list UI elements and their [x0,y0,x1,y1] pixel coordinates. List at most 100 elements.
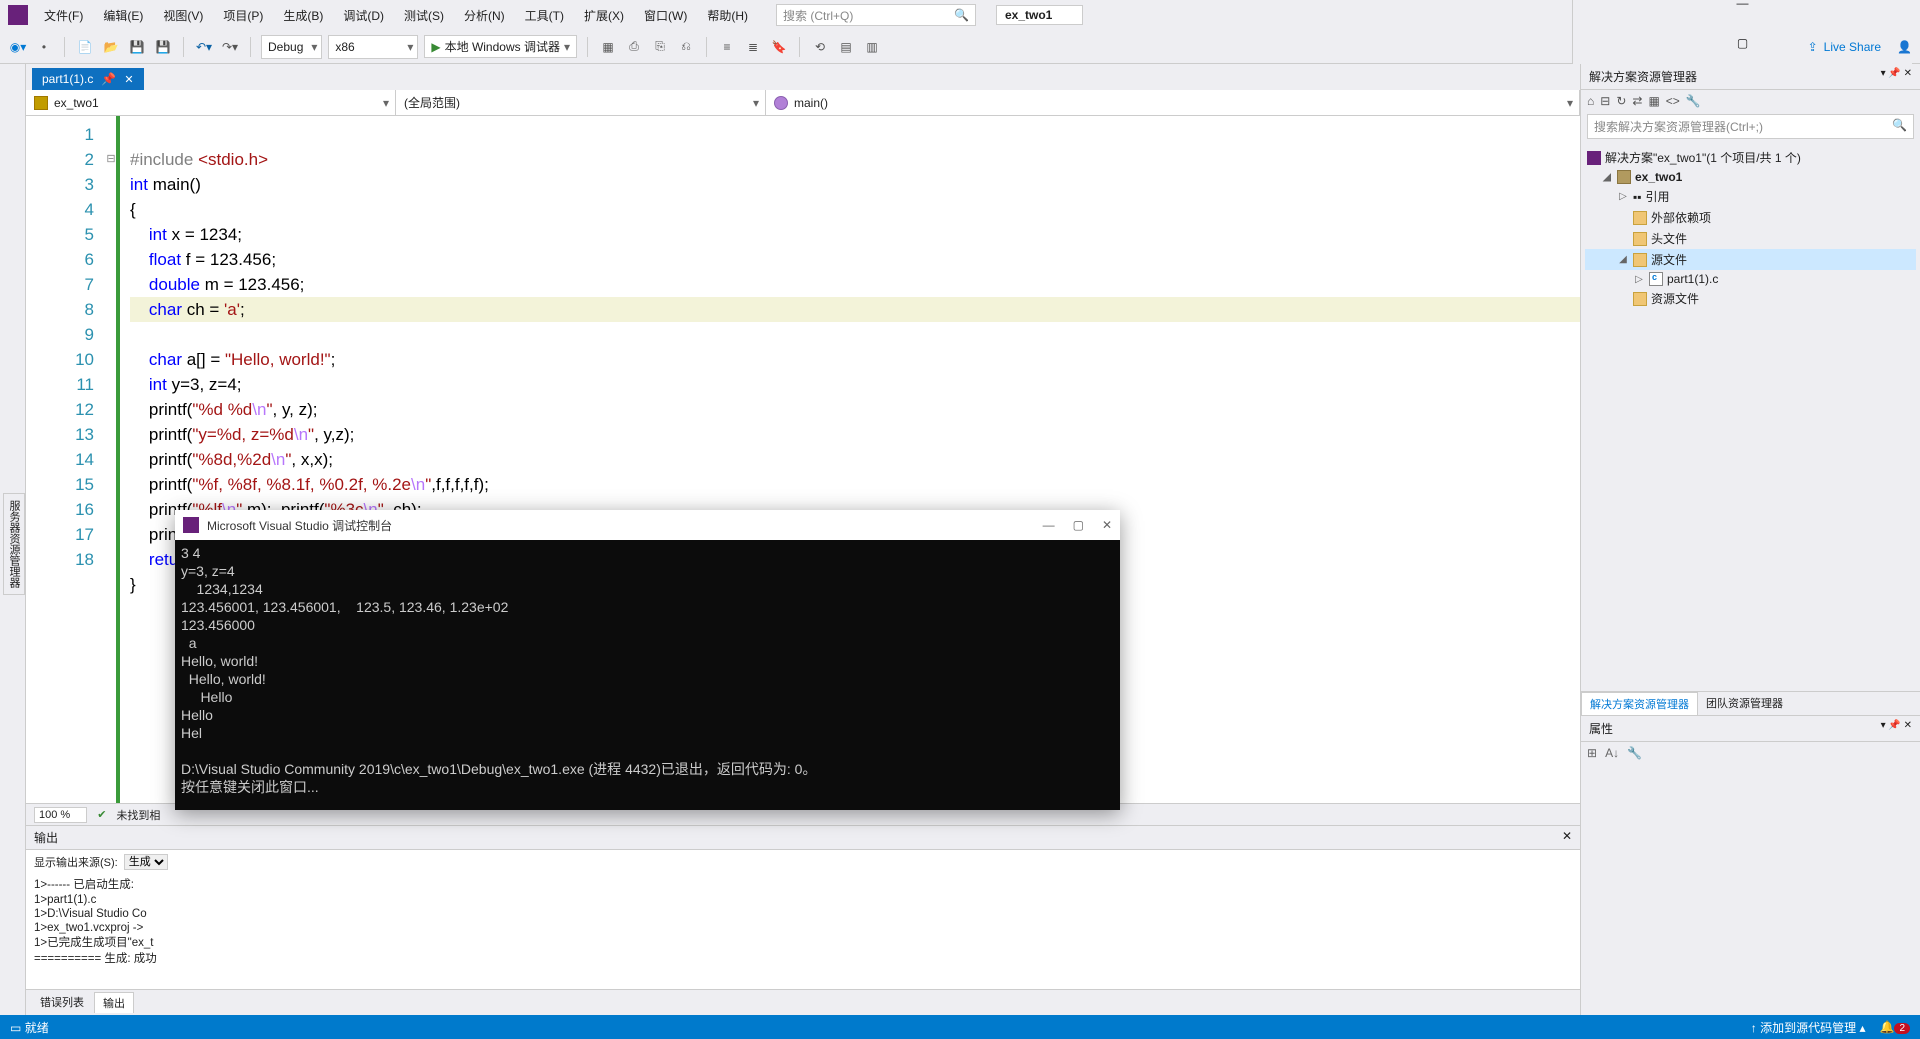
status-ready: 就绪 [25,1021,49,1035]
back-icon[interactable]: ◉▾ [8,37,28,57]
menu-bar: 文件(F) 编辑(E) 视图(V) 项目(P) 生成(B) 调试(D) 测试(S… [36,3,756,28]
menu-edit[interactable]: 编辑(E) [95,3,151,28]
zoom-combo[interactable]: 100 % [34,807,87,823]
toolbar-icon-5[interactable]: ≡ [717,37,737,57]
open-icon[interactable]: 📂 [101,37,121,57]
expand-icon[interactable]: ▷ [1633,274,1645,285]
toolbar-icon-4[interactable]: ⎌ [676,37,696,57]
save-icon[interactable]: 💾 [127,37,147,57]
console-titlebar[interactable]: Microsoft Visual Studio 调试控制台 — ▢ ✕ [175,510,1120,540]
output-close-icon[interactable]: ✕ [1562,829,1572,846]
close-tab-icon[interactable]: ✕ [124,73,133,86]
show-all-icon[interactable]: ▦ [1648,94,1659,108]
member-combo[interactable]: main() [766,90,1580,115]
properties-title: 属性 [1589,720,1613,737]
menu-test[interactable]: 测试(S) [396,3,452,28]
file-tab-part1[interactable]: part1(1).c 📌 ✕ [32,68,144,90]
console-output[interactable]: 3 4 y=3, z=4 1234,1234 123.456001, 123.4… [175,540,1120,800]
toolbar-icon-7[interactable]: 🔖 [769,37,789,57]
search-placeholder: 搜索 (Ctrl+Q) [783,7,853,24]
title-bar: 文件(F) 编辑(E) 视图(V) 项目(P) 生成(B) 调试(D) 测试(S… [0,0,1920,30]
menu-analyze[interactable]: 分析(N) [456,3,513,28]
feedback-icon[interactable]: 👤 [1897,40,1912,54]
new-project-icon[interactable]: 📄 [75,37,95,57]
menu-view[interactable]: 视图(V) [155,3,211,28]
solution-search[interactable]: 搜索解决方案资源管理器(Ctrl+;)🔍 [1587,114,1914,139]
server-explorer-tab[interactable]: 服务器资源管理器 [3,493,25,595]
output-panel: 输出✕ 显示输出来源(S): 生成 1>------ 已启动生成: 1>part… [26,825,1580,1015]
menu-tools[interactable]: 工具(T) [517,3,572,28]
refresh-icon[interactable]: ↻ [1616,94,1626,108]
line-numbers: 123456789101112131415161718 [26,116,106,803]
notifications-button[interactable]: 🔔2 [1879,1020,1910,1034]
platform-combo[interactable]: x86 [328,35,418,59]
search-icon: 🔍 [954,8,969,22]
menu-project[interactable]: 项目(P) [215,3,271,28]
expand-icon[interactable]: ▷ [1617,191,1629,202]
toolbar-icon-9[interactable]: ▤ [836,37,856,57]
fold-bar[interactable]: ⊟ [106,116,120,803]
redo-icon[interactable]: ↷▾ [220,37,240,57]
tab-error-list[interactable]: 错误列表 [32,992,92,1013]
forward-icon[interactable]: • [34,37,54,57]
status-text: 未找到相 [116,807,160,823]
console-close[interactable]: ✕ [1102,518,1112,532]
output-body[interactable]: 1>------ 已启动生成: 1>part1(1).c 1>D:\Visual… [26,874,1580,989]
maximize-button[interactable]: ▢ [1723,29,1763,57]
sync-icon[interactable]: ⇄ [1632,94,1642,108]
global-search[interactable]: 搜索 (Ctrl+Q) 🔍 [776,4,976,26]
menu-extensions[interactable]: 扩展(X) [576,3,632,28]
liveshare-icon: ⇪ [1808,40,1818,54]
categorize-icon[interactable]: ⊞ [1587,746,1597,760]
sort-icon[interactable]: A↓ [1605,746,1619,760]
status-bar: ▭ 就绪 ↑ 添加到源代码管理 ▴ 🔔2 [0,1015,1920,1039]
c-file-icon [1649,272,1663,286]
menu-debug[interactable]: 调试(D) [335,3,392,28]
folder-icon [1633,211,1647,225]
tab-solution-explorer[interactable]: 解决方案资源管理器 [1581,692,1698,715]
solution-tree[interactable]: 解决方案"ex_two1"(1 个项目/共 1 个) ◢ex_two1 ▷▪▪引… [1581,143,1920,691]
output-title: 输出 [34,829,58,846]
console-minimize[interactable]: — [1043,518,1055,532]
debug-console-window[interactable]: Microsoft Visual Studio 调试控制台 — ▢ ✕ 3 4 … [175,510,1120,810]
toolbar-icon-3[interactable]: ⎘ [650,37,670,57]
collapse-icon[interactable]: ⊟ [1600,94,1610,108]
output-source-combo[interactable]: 生成 [124,854,168,870]
toolbar-icon-8[interactable]: ⟲ [810,37,830,57]
status-ok-icon: ✔ [97,808,106,821]
liveshare-button[interactable]: ⇪ Live Share 👤 [1808,40,1912,54]
undo-icon[interactable]: ↶▾ [194,37,214,57]
menu-file[interactable]: 文件(F) [36,3,91,28]
tab-output[interactable]: 输出 [94,992,134,1013]
run-debugger-button[interactable]: ▶本地 Windows 调试器▾ [424,35,577,58]
folder-icon [1633,253,1647,267]
expand-icon[interactable]: ◢ [1617,254,1629,265]
scope2-combo[interactable]: (全局范围) [396,90,766,115]
tab-team-explorer[interactable]: 团队资源管理器 [1698,692,1791,715]
solution-toolbar: ⌂ ⊟ ↻ ⇄ ▦ <> 🔧 [1581,90,1920,112]
scope-combo[interactable]: ex_two1 [26,90,396,115]
console-maximize[interactable]: ▢ [1073,518,1084,532]
wrench-icon[interactable]: 🔧 [1686,94,1701,108]
menu-build[interactable]: 生成(B) [275,3,331,28]
toolbar-icon-10[interactable]: ▥ [862,37,882,57]
minimize-button[interactable]: — [1723,0,1763,17]
panel-controls[interactable]: ▾ 📌 ✕ [1881,68,1912,85]
toolbar-icon-2[interactable]: ⎙ [624,37,644,57]
source-control-button[interactable]: ↑ 添加到源代码管理 ▴ [1751,1019,1866,1036]
vs-logo-icon [8,5,28,25]
home-icon[interactable]: ⌂ [1587,94,1594,108]
pin-icon[interactable]: 📌 [101,72,116,86]
props-wrench-icon[interactable]: 🔧 [1627,746,1642,760]
search-icon: 🔍 [1892,118,1907,135]
config-combo[interactable]: Debug [261,35,322,59]
toolbar-icon-1[interactable]: ▦ [598,37,618,57]
solution-name-button[interactable]: ex_two1 [996,5,1083,25]
properties-icon[interactable]: <> [1666,94,1680,108]
menu-help[interactable]: 帮助(H) [699,3,756,28]
toolbar-icon-6[interactable]: ≣ [743,37,763,57]
panel-controls[interactable]: ▾ 📌 ✕ [1881,720,1912,737]
expand-icon[interactable]: ◢ [1601,172,1613,183]
menu-window[interactable]: 窗口(W) [636,3,695,28]
save-all-icon[interactable]: 💾 [153,37,173,57]
